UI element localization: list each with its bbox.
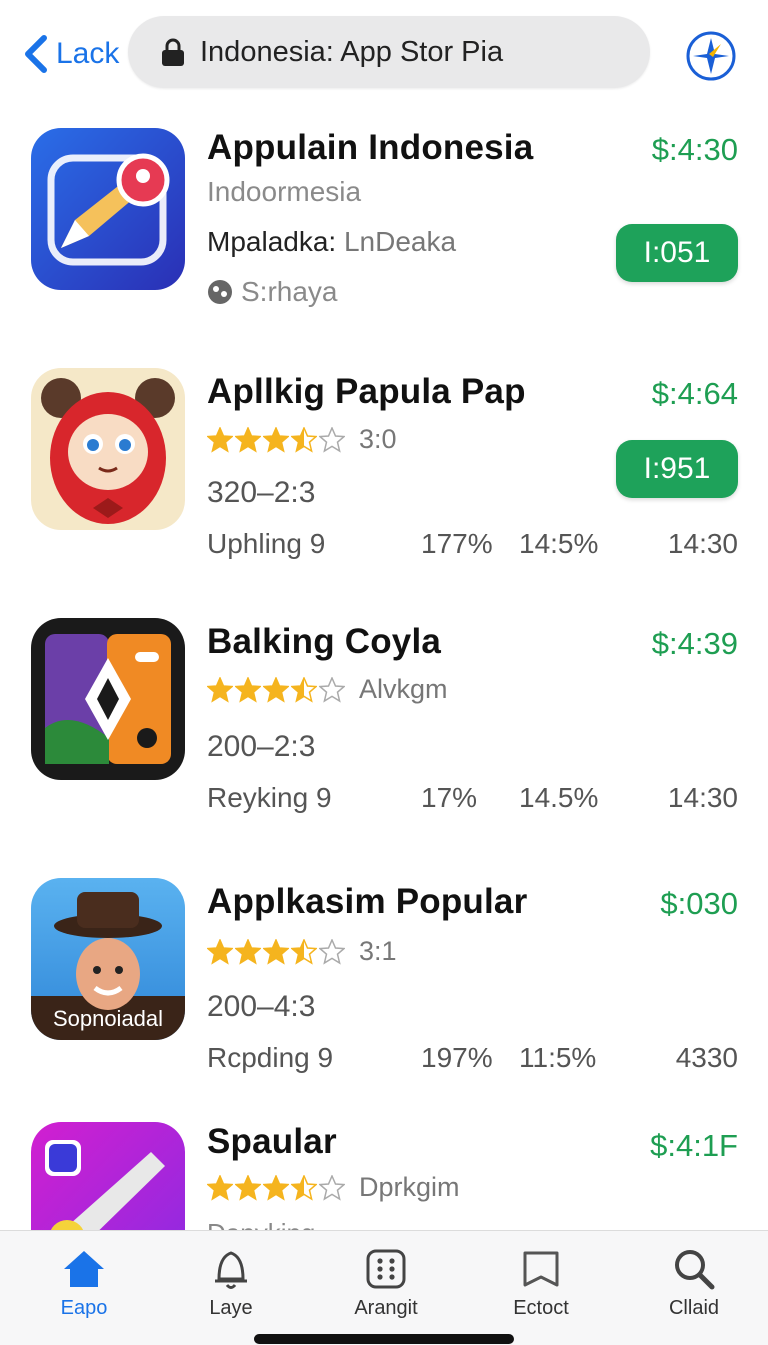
rating-value: 3:1 [359, 936, 397, 966]
stat-value: 14:30 [667, 528, 738, 559]
lock-icon [162, 38, 184, 66]
stat-value: 14:30 [667, 782, 738, 813]
bell-icon [215, 1251, 247, 1289]
tab-apps[interactable]: Arangit [326, 1245, 446, 1320]
top-bar: Lack Indonesia: App Stor Pia [0, 0, 768, 110]
app-range: 200–2:3 [207, 730, 316, 763]
stat-value: 14.5% [519, 782, 599, 813]
star-icon [319, 426, 345, 453]
back-button[interactable]: Lack [22, 32, 119, 76]
address-bar[interactable]: Indonesia: App Stor Pia [128, 16, 650, 88]
app-price: $:4:39 [651, 626, 738, 661]
star-icon [207, 676, 233, 703]
back-label: Lack [56, 37, 120, 70]
star-icon [291, 676, 317, 703]
app-range: 320–2:3 [207, 476, 316, 509]
star-icon [291, 1174, 317, 1201]
app-price: $:030 [660, 886, 738, 921]
star-rating: 3:1 [207, 936, 397, 967]
app-icon-cards[interactable] [31, 618, 185, 780]
tab-label: Ectoct [513, 1297, 569, 1319]
star-icon [263, 1174, 289, 1201]
star-icon [235, 676, 261, 703]
star-icon [319, 1174, 345, 1201]
rating-value: Dprkgim [359, 1172, 460, 1202]
star-icon [207, 1174, 233, 1201]
tab-label: Eapo [60, 1297, 108, 1319]
app-price: $:4:64 [651, 376, 738, 411]
app-price: $:4:1F [650, 1128, 738, 1163]
stat-value: 4330 [675, 1042, 738, 1073]
developer-name: S:rhaya [241, 276, 338, 307]
chevron-left-icon [25, 35, 47, 73]
address-text: Indonesia: App Stor Pia [200, 35, 504, 68]
app-title[interactable]: Appulain Indonesia [207, 128, 533, 168]
tab-layers[interactable]: Laye [171, 1245, 291, 1320]
app-title[interactable]: Spaular [207, 1122, 337, 1162]
app-icon-pencil[interactable] [31, 128, 185, 290]
stat-label: Uphling 9 [207, 528, 326, 559]
get-button[interactable]: I:951 [616, 440, 738, 498]
star-rating: Dprkgim [207, 1172, 460, 1203]
app-info-value: LnDeaka [343, 226, 457, 257]
star-icon [263, 938, 289, 965]
stat-value: 11:5% [519, 1042, 597, 1073]
app-title[interactable]: Apllkig Papula Pap [207, 372, 526, 412]
developer-icon [208, 280, 232, 304]
grid-icon [366, 1249, 406, 1289]
star-icon [207, 938, 233, 965]
star-icon [291, 938, 317, 965]
star-rating: Alvkgm [207, 674, 448, 705]
app-title[interactable]: Applkasim Popular [207, 882, 527, 922]
star-icon [263, 426, 289, 453]
app-developer: S:rhaya [207, 276, 338, 308]
home-indicator [254, 1334, 514, 1344]
app-icon-character[interactable] [31, 368, 185, 530]
tab-label: Laye [209, 1297, 253, 1319]
app-range: 200–4:3 [207, 990, 316, 1023]
stat-value: 17% [421, 782, 478, 813]
app-info: Mpaladka: LnDeaka [207, 226, 456, 258]
star-icon [319, 676, 345, 703]
get-button[interactable]: I:051 [616, 224, 738, 282]
star-rating: 3:0 [207, 424, 397, 455]
star-icon [235, 938, 261, 965]
icon-caption: Sopnoiadal [52, 1006, 164, 1031]
stat-value: 177% [421, 528, 493, 559]
app-range: Dapyking [207, 1218, 315, 1230]
app-info-label: Mpaladka: [207, 226, 337, 257]
tab-saved[interactable]: Ectoct [481, 1245, 601, 1320]
app-price: $:4:30 [651, 132, 738, 167]
star-icon [291, 426, 317, 453]
stat-value: 197% [421, 1042, 493, 1073]
app-icon-brush[interactable] [31, 1122, 185, 1230]
app-icon-cowboy[interactable]: Sopnoiadal [31, 878, 185, 1040]
star-icon [235, 1174, 261, 1201]
app-subtitle: Indoormesia [207, 176, 362, 207]
stat-label: Reyking 9 [207, 782, 332, 813]
tab-home[interactable]: Eapo [24, 1245, 144, 1320]
tab-bar: Eapo Laye Arangit Ectoct Cllaid [0, 1230, 768, 1345]
rating-value: 3:0 [359, 424, 397, 454]
house-icon [64, 1251, 104, 1287]
star-icon [319, 938, 345, 965]
tab-search[interactable]: Cllaid [634, 1245, 754, 1320]
stat-label: Rcpding 9 [207, 1042, 334, 1073]
tab-label: Cllaid [668, 1297, 720, 1319]
search-icon [675, 1250, 715, 1290]
rating-value: Alvkgm [359, 674, 448, 704]
compass-icon[interactable] [685, 30, 737, 82]
bookmark-icon [523, 1251, 559, 1287]
stat-value: 14:5% [519, 528, 599, 559]
app-title[interactable]: Balking Coyla [207, 622, 441, 662]
star-icon [235, 426, 261, 453]
star-icon [207, 426, 233, 453]
app-list: Appulain Indonesia $:4:30 Indoormesia Mp… [0, 110, 768, 1230]
star-icon [263, 676, 289, 703]
tab-label: Arangit [354, 1297, 418, 1319]
